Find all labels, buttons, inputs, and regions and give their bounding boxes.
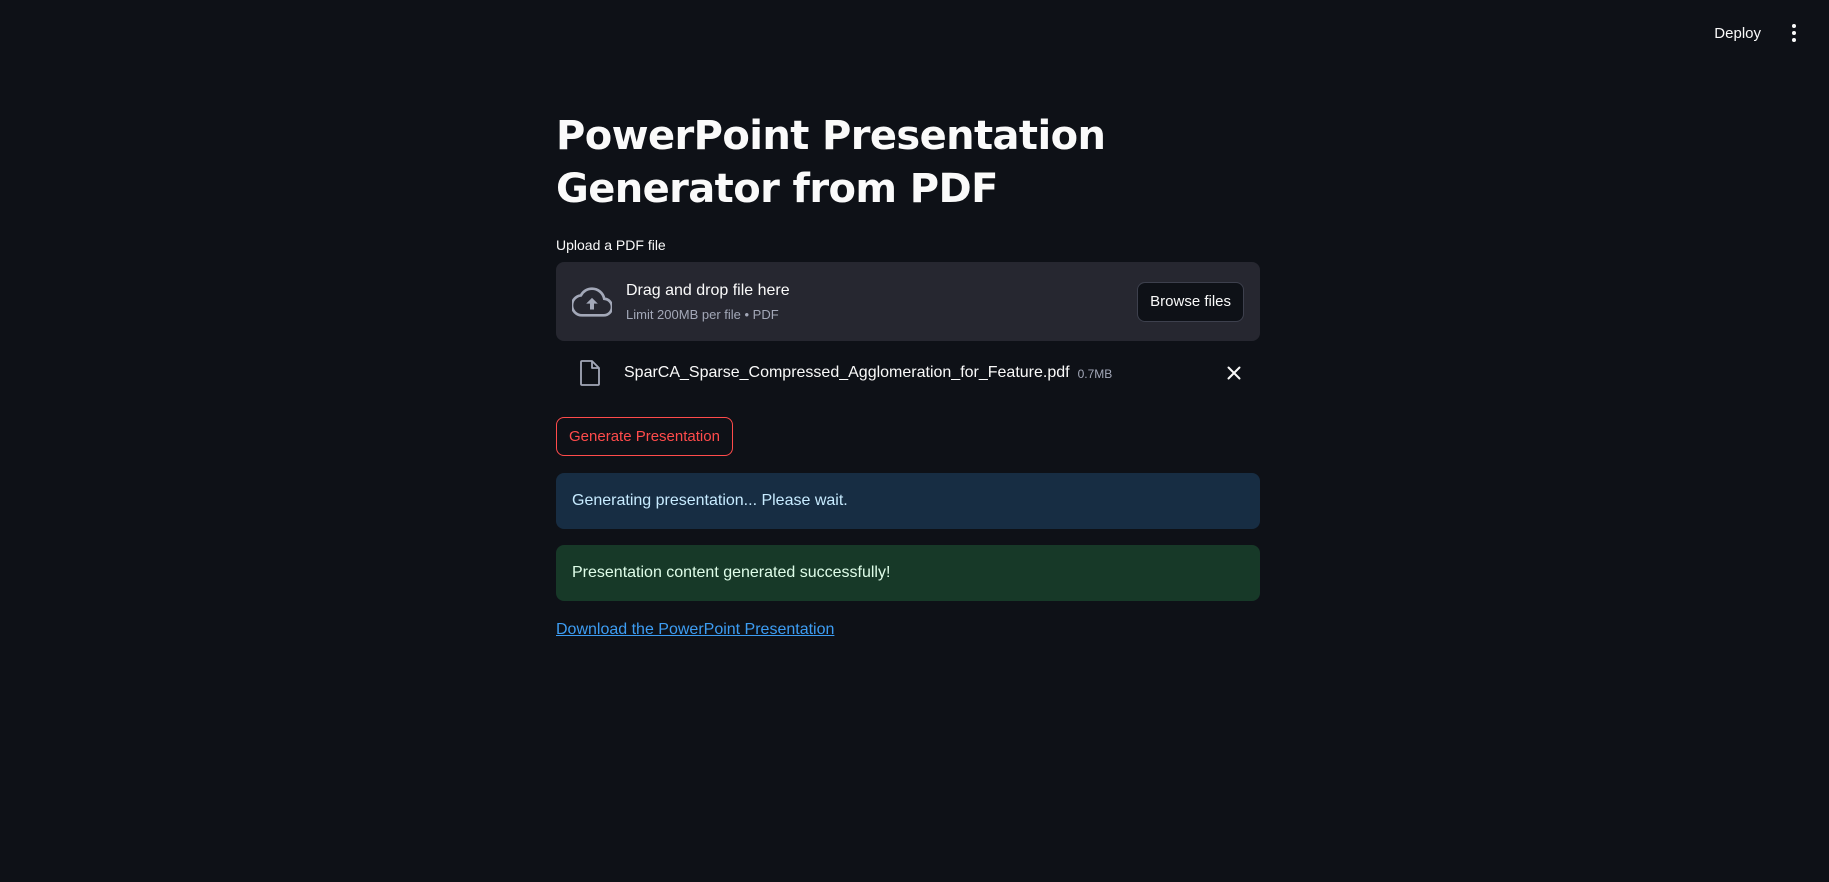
deploy-button[interactable]: Deploy bbox=[1704, 19, 1771, 48]
main-content: PowerPoint Presentation Generator from P… bbox=[556, 110, 1260, 639]
uploaded-file-name: SparCA_Sparse_Compressed_Agglomeration_f… bbox=[624, 364, 1070, 381]
dropzone-title: Drag and drop file here bbox=[626, 281, 790, 299]
uploaded-file-row: SparCA_Sparse_Compressed_Agglomeration_f… bbox=[556, 341, 1260, 405]
close-icon[interactable] bbox=[1224, 363, 1244, 383]
file-dropzone[interactable]: Drag and drop file here Limit 200MB per … bbox=[556, 262, 1260, 341]
uploaded-file-size: 0.7MB bbox=[1077, 367, 1113, 381]
download-presentation-link[interactable]: Download the PowerPoint Presentation bbox=[556, 621, 834, 639]
file-icon bbox=[580, 360, 600, 386]
top-toolbar: Deploy bbox=[0, 0, 1829, 66]
cloud-upload-icon bbox=[572, 286, 612, 317]
upload-label: Upload a PDF file bbox=[556, 237, 666, 253]
generate-presentation-button[interactable]: Generate Presentation bbox=[556, 417, 733, 456]
info-alert: Generating presentation... Please wait. bbox=[556, 473, 1260, 529]
more-vertical-icon[interactable] bbox=[1781, 20, 1807, 46]
success-alert: Presentation content generated successfu… bbox=[556, 545, 1260, 601]
page-title: PowerPoint Presentation Generator from P… bbox=[556, 113, 1106, 212]
dropzone-subtitle: Limit 200MB per file • PDF bbox=[626, 306, 779, 322]
browse-files-button[interactable]: Browse files bbox=[1137, 281, 1244, 322]
